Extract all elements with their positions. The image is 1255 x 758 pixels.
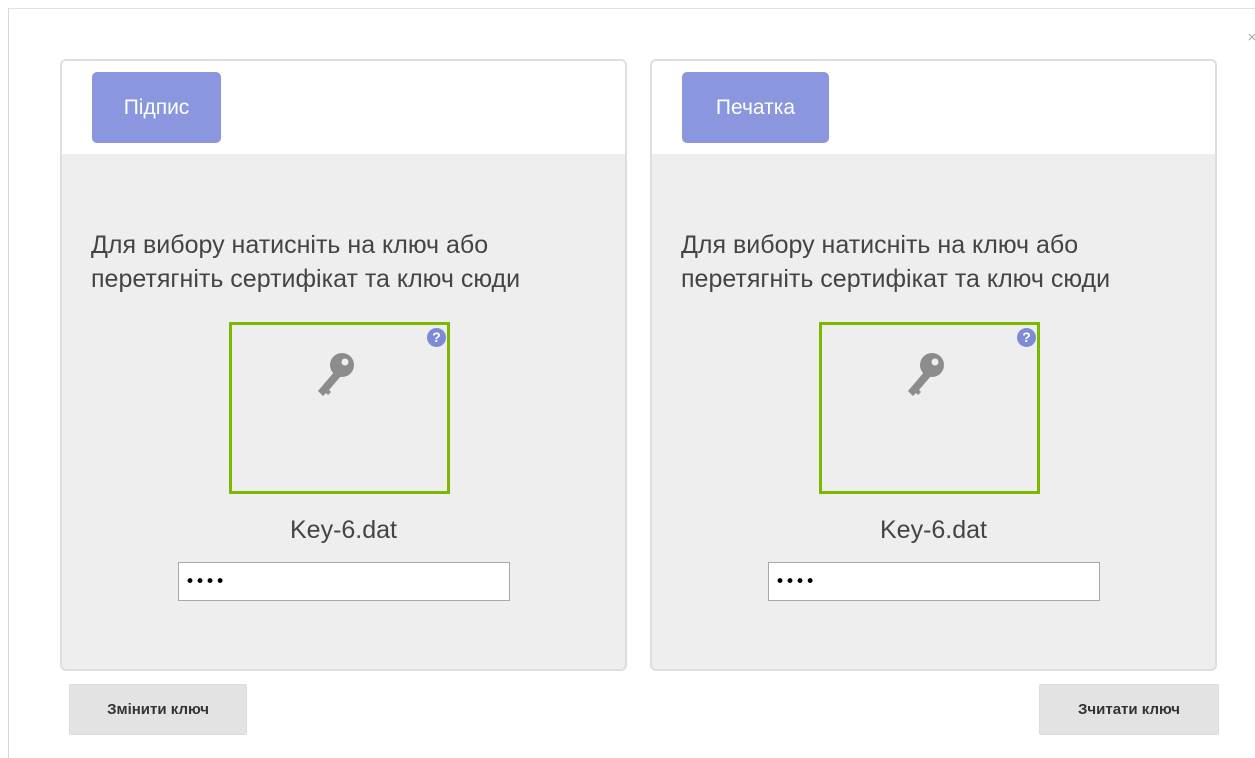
stamp-panel-header: Печатка: [652, 61, 1215, 154]
signature-file-name: Key-6.dat: [289, 516, 397, 544]
stamp-password-input[interactable]: [768, 562, 1100, 601]
tab-signature[interactable]: Підпис: [92, 72, 221, 143]
close-icon[interactable]: ×: [1245, 30, 1255, 45]
stamp-panel: Печатка Для вибору натисніть на ключ або…: [650, 59, 1217, 671]
signature-instruction: Для вибору натисніть на ключ або перетяг…: [91, 231, 521, 293]
signature-panel-header: Підпис: [62, 61, 625, 154]
tab-stamp[interactable]: Печатка: [682, 72, 829, 143]
key-icon: [318, 353, 354, 396]
change-key-button[interactable]: Змінити ключ: [69, 684, 247, 735]
signature-password-input[interactable]: [178, 562, 510, 601]
signature-panel: Підпис Для вибору натисніть на ключ або …: [60, 59, 627, 671]
signature-key-dropzone[interactable]: ?: [229, 322, 450, 494]
key-dialog: × Підпис Для вибору натисніть на ключ аб…: [8, 8, 1255, 758]
read-key-button[interactable]: Зчитати ключ: [1039, 684, 1219, 735]
help-icon[interactable]: ?: [1017, 328, 1036, 347]
help-icon[interactable]: ?: [427, 328, 446, 347]
stamp-instruction: Для вибору натисніть на ключ або перетяг…: [681, 231, 1111, 293]
stamp-file-name: Key-6.dat: [879, 516, 987, 544]
key-icon: [908, 353, 944, 396]
stamp-key-dropzone[interactable]: ?: [819, 322, 1040, 494]
